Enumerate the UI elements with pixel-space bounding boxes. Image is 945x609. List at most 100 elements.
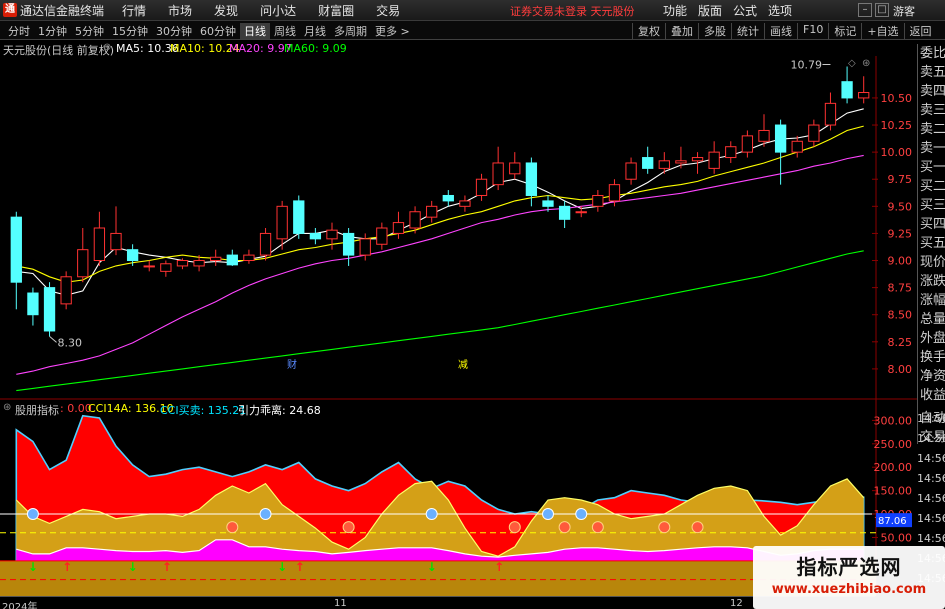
current-value-label: 87.06: [878, 516, 907, 527]
red-ball-1: [342, 521, 355, 534]
period-tab-4[interactable]: 30分钟: [152, 23, 196, 39]
candle-body-27: [459, 200, 471, 207]
candle-body-1: [27, 292, 39, 316]
candle-body-47: [791, 140, 803, 153]
menu-layout[interactable]: 版面: [698, 2, 722, 19]
candlestick-chart[interactable]: 10.50 10.25 10.00 9.75 9.50 9.25 9.00 8.75 8.50 8…: [0, 56, 917, 400]
period-tab-0[interactable]: 分时: [4, 23, 34, 39]
buy-arrow-2: ↓: [277, 560, 287, 574]
sidebar-item-3[interactable]: 卖三: [918, 101, 945, 120]
candle-body-15: [259, 232, 272, 256]
candle-body-5: [93, 227, 106, 262]
blue-ball-2: [425, 508, 438, 521]
sidebar-item-18[interactable]: 收益: [918, 386, 945, 405]
period-tab-10[interactable]: 更多 >: [371, 23, 414, 39]
candle-body-23: [392, 222, 405, 234]
sidebar-item-0[interactable]: 委比: [918, 44, 945, 63]
candle-body-20: [342, 232, 355, 256]
candle-body-42: [708, 151, 720, 169]
tool-buttons: 复权 叠加 多股 统计 画线 F10 标记 +自选 返回: [632, 23, 937, 39]
candle-body-44: [741, 135, 754, 153]
sidebar-item-12[interactable]: 涨跌: [918, 272, 945, 291]
candle-body-38: [642, 157, 654, 169]
sidebar-item-10[interactable]: 买五: [918, 234, 945, 253]
minimize-icon[interactable]: –: [858, 3, 872, 17]
candle-body-7: [126, 249, 139, 262]
sidebar-item-6[interactable]: 买一: [918, 158, 945, 177]
price-tick-label-7: 8.75: [888, 282, 913, 295]
period-tab-2[interactable]: 5分钟: [71, 23, 108, 39]
period-tab-7[interactable]: 周线: [270, 23, 300, 39]
app-title: 通达信金融终端: [20, 3, 105, 18]
period-tab-5[interactable]: 60分钟: [196, 23, 240, 39]
red-ball-4: [591, 521, 604, 534]
menu-formula[interactable]: 公式: [733, 2, 757, 19]
sidebar-item-9[interactable]: 买四: [918, 215, 945, 234]
candle-body-45: [758, 129, 770, 142]
indicator-zero: : 0.00: [60, 402, 92, 415]
tool-button-6[interactable]: 标记: [828, 23, 861, 39]
indicator-settings-icon[interactable]: ⊛: [3, 402, 11, 413]
candle-body-11: [193, 260, 205, 267]
period-tab-1[interactable]: 1分钟: [34, 23, 71, 39]
toolbar: 分时 1分钟 5分钟 15分钟 30分钟 60分钟 日线 周线 月线 多周期 更多 > 复权 叠加 多股…: [0, 21, 945, 40]
tool-button-1[interactable]: 叠加: [665, 23, 698, 39]
time-label-2: 14:56: [917, 452, 945, 465]
sidebar-item-4[interactable]: 卖二: [918, 120, 945, 139]
login-status[interactable]: 证券交易未登录 天元股份: [510, 3, 635, 19]
sidebar-item-11[interactable]: 现价: [918, 253, 945, 272]
sidebar-item-16[interactable]: 换手: [918, 348, 945, 367]
tool-button-8[interactable]: 返回: [903, 23, 937, 39]
tool-button-7[interactable]: +自选: [861, 23, 903, 39]
blue-ball-3: [542, 508, 554, 521]
sidebar-item-8[interactable]: 买三: [918, 196, 945, 215]
menu-wealth[interactable]: 财富圈: [318, 2, 354, 19]
indicator-name[interactable]: 股朋指标: [15, 402, 59, 418]
low-marker: 8.30: [58, 336, 83, 349]
price-tick-label-3: 9.75: [888, 173, 913, 186]
candle-body-19: [326, 229, 338, 240]
sidebar-item-2[interactable]: 卖四: [918, 82, 945, 101]
red-ball-5: [658, 521, 671, 534]
menu-function[interactable]: 功能: [663, 2, 687, 19]
maximize-icon[interactable]: □: [875, 3, 889, 17]
buy-arrow-1: ↓: [128, 560, 138, 574]
candle-body-41: [691, 157, 704, 162]
menu-discover[interactable]: 发现: [214, 2, 238, 19]
price-tick-label-1: 10.25: [881, 119, 913, 132]
sidebar-item-15[interactable]: 外盘: [918, 329, 945, 348]
title-bar: 通 通达信金融终端 行情 市场 发现 问小达 财富圈 交易 证券交易未登录 天元…: [0, 0, 945, 21]
period-tab-8[interactable]: 月线: [300, 23, 330, 39]
guest-user[interactable]: 游客: [893, 3, 915, 19]
tool-button-3[interactable]: 统计: [731, 23, 764, 39]
menu-quotes[interactable]: 行情: [122, 2, 146, 19]
period-tab-6[interactable]: 日线: [240, 23, 270, 39]
tool-button-4[interactable]: 画线: [764, 23, 797, 39]
candle-body-37: [625, 162, 637, 180]
candle-body-14: [243, 254, 255, 262]
menu-market[interactable]: 市场: [168, 2, 192, 19]
candle-body-3: [60, 276, 72, 305]
candle-body-31: [525, 162, 538, 196]
menu-ask[interactable]: 问小达: [260, 2, 296, 19]
sidebar-item-17[interactable]: 净资: [918, 367, 945, 386]
ind-tick-label-3: 150.00: [874, 485, 913, 498]
cci-trade-value: CCI买卖: 135.21: [160, 404, 247, 417]
sell-arrow-0: ↑: [62, 560, 72, 574]
menu-options[interactable]: 选项: [768, 2, 792, 19]
settings-icon[interactable]: ⊛: [103, 42, 111, 53]
tool-button-2[interactable]: 多股: [698, 23, 731, 39]
menu-trade[interactable]: 交易: [376, 2, 400, 19]
tool-button-5[interactable]: F10: [797, 23, 828, 39]
sidebar-item-5[interactable]: 卖一: [918, 139, 945, 158]
period-tab-9[interactable]: 多周期: [330, 23, 371, 39]
tool-button-0[interactable]: 复权: [632, 23, 665, 39]
red-ball-6: [691, 521, 704, 534]
sidebar-item-14[interactable]: 总量: [918, 310, 945, 329]
sidebar-item-7[interactable]: 买二: [918, 177, 945, 196]
sidebar-item-1[interactable]: 卖五: [918, 63, 945, 82]
period-tab-3[interactable]: 15分钟: [108, 23, 152, 39]
sidebar-item-13[interactable]: 涨幅: [918, 291, 945, 310]
candle-body-0: [10, 216, 22, 283]
sell-arrow-2: ↑: [295, 560, 305, 574]
